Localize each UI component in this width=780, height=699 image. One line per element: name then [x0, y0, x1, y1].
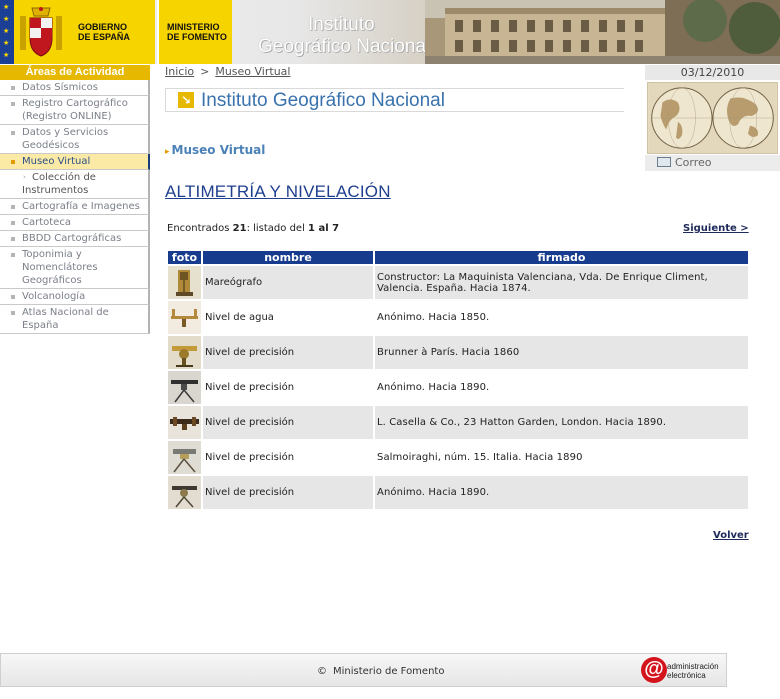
admin-electronica-logo[interactable]: @ administración electrónica — [641, 657, 725, 685]
cell-nombre[interactable]: Nivel de precisión — [203, 371, 373, 404]
table-row: Nivel de precisión Salmoiraghi, núm. 15.… — [168, 441, 748, 474]
cell-nombre[interactable]: Nivel de precisión — [203, 476, 373, 509]
precision-level-thumbnail — [168, 441, 201, 474]
sidebar-item-datos-sismicos[interactable]: Datos Sísmicos — [0, 80, 150, 96]
footer: © Ministerio de Fomento @ administración … — [0, 653, 727, 687]
thumbnail-nivel-precision-5[interactable] — [168, 476, 201, 509]
bullet-icon — [11, 311, 15, 315]
cell-firmado: Anónimo. Hacia 1850. — [375, 301, 748, 334]
precision-level-thumbnail — [168, 476, 201, 509]
bullet-icon — [11, 102, 15, 106]
water-level-thumbnail — [168, 301, 201, 334]
table-row: Nivel de precisión L. Casella & Co., 23 … — [168, 406, 748, 439]
header-banner: ★ ★ ★ ★ ★ GOBIERNO DE ESPAÑA MINISTERIO … — [0, 0, 780, 64]
cell-firmado: L. Casella & Co., 23 Hatton Garden, Lond… — [375, 406, 748, 439]
column-header-firmado: firmado — [375, 251, 748, 264]
sidebar: Áreas de Actividad Datos Sísmicos Regist… — [0, 65, 150, 334]
ministry-name: MINISTERIO DE FOMENTO — [167, 22, 227, 42]
sidebar-item-atlas-nacional[interactable]: Atlas Nacional de España — [0, 305, 150, 334]
sidebar-subitem-coleccion-instrumentos[interactable]: › Colección de Instrumentos — [0, 170, 150, 199]
sidebar-item-cartoteca[interactable]: Cartoteca — [0, 215, 150, 231]
section-title: Instituto Geográfico Nacional — [201, 90, 445, 111]
table-row: Nivel de precisión Anónimo. Hacia 1890. — [168, 371, 748, 404]
thumbnail-nivel-agua[interactable] — [168, 301, 201, 334]
breadcrumb-home-link[interactable]: Inicio — [165, 65, 194, 78]
table-row: Nivel de agua Anónimo. Hacia 1850. — [168, 301, 748, 334]
thumbnail-nivel-precision-4[interactable] — [168, 441, 201, 474]
thumbnail-nivel-precision-1[interactable] — [168, 336, 201, 369]
thumbnail-nivel-precision-3[interactable] — [168, 406, 201, 439]
bullet-icon — [11, 86, 15, 90]
current-date: 03/12/2010 — [645, 65, 780, 80]
site-title[interactable]: Instituto Geográfico Nacional — [258, 14, 430, 58]
cell-nombre[interactable]: Nivel de precisión — [203, 406, 373, 439]
sub-arrow-icon: › — [23, 173, 26, 181]
thumbnail-nivel-precision-2[interactable] — [168, 371, 201, 404]
sidebar-item-bbdd-cartograficas[interactable]: BBDD Cartográficas — [0, 231, 150, 247]
government-logo[interactable]: ★ ★ ★ ★ ★ GOBIERNO DE ESPAÑA — [0, 0, 155, 64]
breadcrumb-current-link[interactable]: Museo Virtual — [215, 65, 290, 78]
precision-level-thumbnail — [168, 336, 201, 369]
sidebar-item-volcanologia[interactable]: Volcanología — [0, 289, 150, 305]
mail-link[interactable]: Correo — [645, 155, 780, 171]
sidebar-item-cartografia-imagenes[interactable]: Cartografía e Imagenes — [0, 199, 150, 215]
bullet-icon — [11, 160, 15, 164]
sidebar-item-toponimia[interactable]: Toponimia y Nomenclátores Geográficos — [0, 247, 150, 289]
cell-nombre[interactable]: Nivel de precisión — [203, 441, 373, 474]
arrow-down-right-icon: ↘ — [178, 92, 194, 108]
precision-level-thumbnail — [168, 371, 201, 404]
sidebar-item-datos-servicios-geodesicos[interactable]: Datos y Servicios Geodésicos — [0, 125, 150, 154]
cell-firmado: Salmoiraghi, núm. 15. Italia. Hacia 1890 — [375, 441, 748, 474]
section-subtitle: ▸ Museo Virtual — [165, 143, 266, 157]
breadcrumb-separator: > — [200, 65, 210, 78]
government-name: GOBIERNO DE ESPAÑA — [78, 22, 130, 42]
bullet-icon: ▸ — [165, 147, 170, 157]
admin-logo-text: administración electrónica — [667, 662, 719, 680]
results-table: foto nombre firmado Mareógrafo Construct… — [166, 249, 750, 511]
column-header-nombre: nombre — [203, 251, 373, 264]
precision-level-thumbnail — [168, 406, 201, 439]
bullet-icon — [11, 295, 15, 299]
world-map-image[interactable] — [647, 82, 778, 154]
breadcrumb: Inicio > Museo Virtual — [165, 65, 290, 78]
building-photo — [425, 0, 780, 64]
bullet-icon — [11, 221, 15, 225]
ministry-logo[interactable]: MINISTERIO DE FOMENTO — [157, 0, 232, 64]
coat-of-arms-icon — [20, 7, 62, 57]
table-row: Nivel de precisión Anónimo. Hacia 1890. — [168, 476, 748, 509]
table-row: Nivel de precisión Brunner à París. Haci… — [168, 336, 748, 369]
results-summary: Encontrados 21: listado del 1 al 7 — [167, 223, 340, 234]
sidebar-item-museo-virtual[interactable]: Museo Virtual — [0, 154, 150, 170]
cell-nombre[interactable]: Nivel de precisión — [203, 336, 373, 369]
column-header-foto: foto — [168, 251, 201, 264]
table-row: Mareógrafo Constructor: La Maquinista Va… — [168, 266, 748, 299]
cell-firmado: Anónimo. Hacia 1890. — [375, 371, 748, 404]
page-heading-link[interactable]: ALTIMETRÍA Y NIVELACIÓN — [165, 182, 391, 202]
eu-flag-strip: ★ ★ ★ ★ ★ — [0, 0, 14, 64]
thumbnail-mareografo[interactable] — [168, 266, 201, 299]
at-sign-icon: @ — [641, 657, 667, 683]
cell-firmado: Brunner à París. Hacia 1860 — [375, 336, 748, 369]
cell-firmado: Anónimo. Hacia 1890. — [375, 476, 748, 509]
bullet-icon — [11, 205, 15, 209]
cell-firmado: Constructor: La Maquinista Valenciana, V… — [375, 266, 748, 299]
bullet-icon — [11, 253, 15, 257]
cell-nombre[interactable]: Nivel de agua — [203, 301, 373, 334]
cell-nombre[interactable]: Mareógrafo — [203, 266, 373, 299]
sidebar-item-registro-cartografico[interactable]: Registro Cartográfico (Registro ONLINE) — [0, 96, 150, 125]
footer-copyright: © Ministerio de Fomento — [317, 666, 445, 677]
sidebar-heading: Áreas de Actividad — [0, 65, 150, 80]
back-link[interactable]: Volver — [713, 530, 749, 541]
section-header: ↘ Instituto Geográfico Nacional — [165, 88, 624, 112]
bullet-icon — [11, 237, 15, 241]
next-page-link[interactable]: Siguiente > — [683, 223, 749, 234]
envelope-icon — [657, 157, 671, 167]
tide-gauge-thumbnail — [168, 266, 201, 299]
bullet-icon — [11, 131, 15, 135]
